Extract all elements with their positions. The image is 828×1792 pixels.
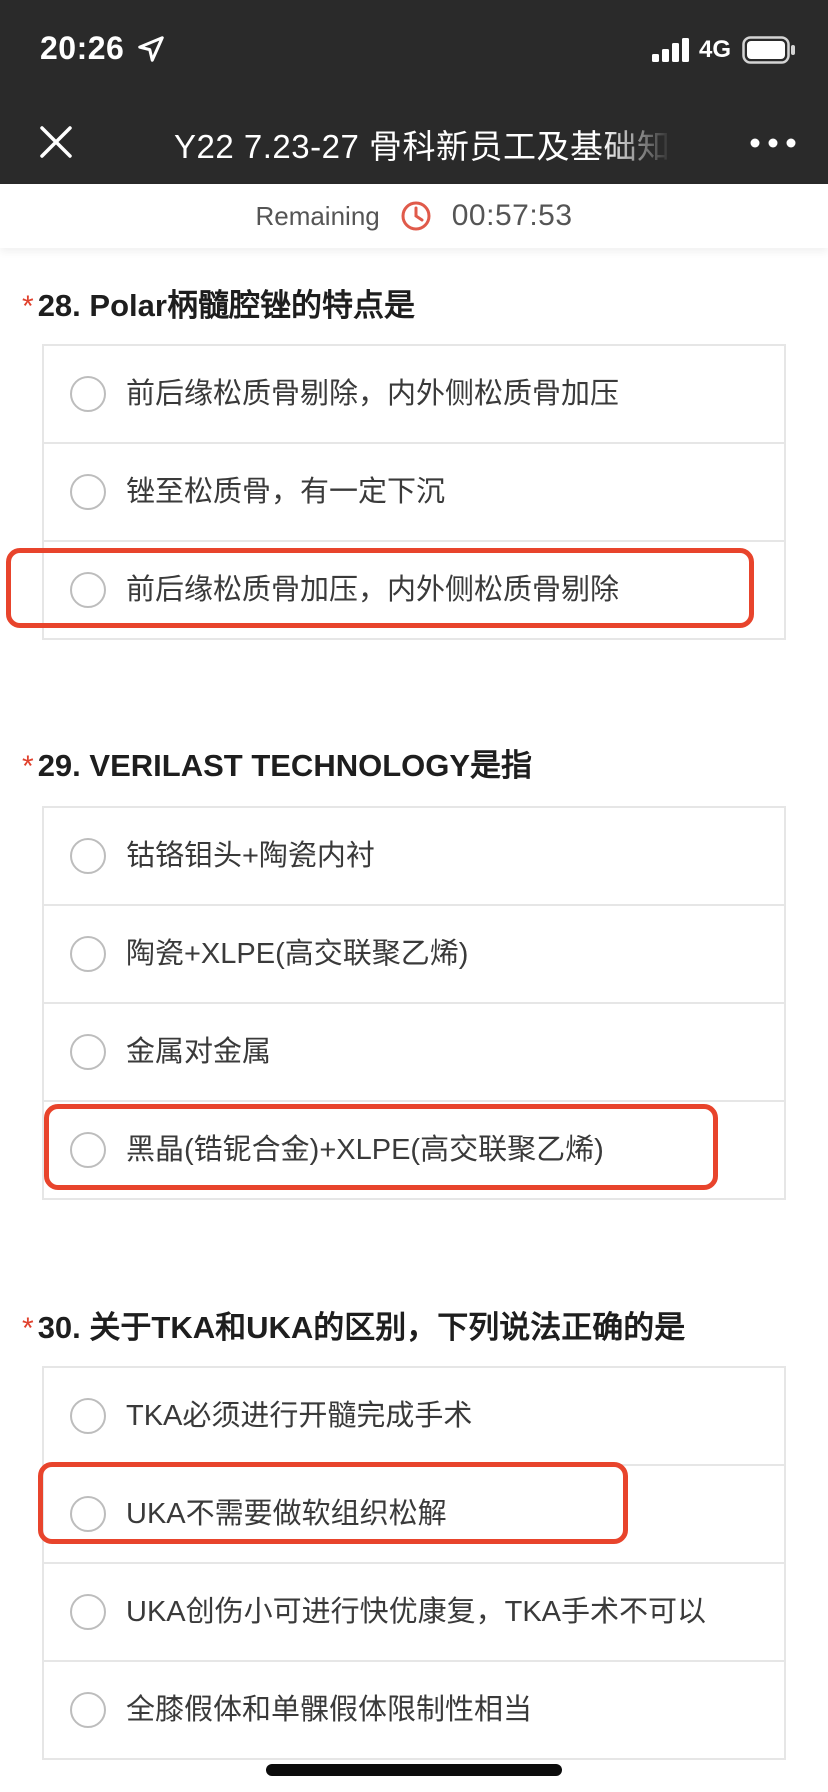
options-list: TKA必须进行开髓完成手术 UKA不需要做软组织松解 UKA创伤小可进行快优康复… (42, 1366, 786, 1760)
options-list: 钴铬钼头+陶瓷内衬 陶瓷+XLPE(高交联聚乙烯) 金属对金属 黑晶(锆铌合金)… (42, 806, 786, 1200)
option-label: 前后缘松质骨加压，内外侧松质骨剔除 (126, 574, 620, 606)
option-label: 钴铬钼头+陶瓷内衬 (126, 840, 375, 872)
question-number: 28. (37, 288, 81, 323)
question-title: * 29. VERILAST TECHNOLOGY是指 (22, 740, 532, 785)
close-icon[interactable] (34, 120, 78, 164)
radio-button[interactable] (70, 1692, 106, 1728)
option-label: TKA必须进行开髓完成手术 (126, 1400, 473, 1432)
q29-option-1[interactable]: 钴铬钼头+陶瓷内衬 (44, 808, 784, 904)
more-options-icon[interactable] (748, 128, 798, 158)
q28-option-2[interactable]: 锉至松质骨，有一定下沉 (44, 442, 784, 540)
question-number: 29. (37, 748, 81, 783)
option-label: 全膝假体和单髁假体限制性相当 (126, 1694, 533, 1726)
radio-button[interactable] (70, 1594, 106, 1630)
radio-button[interactable] (70, 936, 106, 972)
radio-button[interactable] (70, 1496, 106, 1532)
option-label: UKA不需要做软组织松解 (126, 1498, 447, 1530)
option-label: 黑晶(锆铌合金)+XLPE(高交联聚乙烯) (126, 1134, 604, 1166)
home-indicator (266, 1764, 562, 1776)
options-list: 前后缘松质骨剔除，内外侧松质骨加压 锉至松质骨，有一定下沉 前后缘松质骨加压，内… (42, 344, 786, 640)
cellular-signal-icon (652, 38, 689, 62)
question-text: Polar柄髓腔锉的特点是 (89, 288, 415, 323)
status-time: 20:26 (40, 30, 125, 66)
timer-label: Remaining (255, 200, 380, 231)
required-star: * (22, 290, 34, 323)
radio-button[interactable] (70, 474, 106, 510)
question-text: 关于TKA和UKA的区别，下列说法正确的是 (89, 1310, 686, 1345)
radio-button[interactable] (70, 838, 106, 874)
status-bar: 20:26 4G (0, 0, 828, 96)
q30-option-2[interactable]: UKA不需要做软组织松解 (44, 1464, 784, 1562)
q29-option-2[interactable]: 陶瓷+XLPE(高交联聚乙烯) (44, 904, 784, 1002)
required-star: * (22, 1312, 34, 1345)
option-label: 锉至松质骨，有一定下沉 (126, 476, 446, 508)
option-label: UKA创伤小可进行快优康复，TKA手术不可以 (126, 1596, 707, 1628)
radio-button[interactable] (70, 1398, 106, 1434)
network-type: 4G (699, 36, 732, 63)
option-label: 金属对金属 (126, 1036, 272, 1068)
question-text: VERILAST TECHNOLOGY是指 (89, 748, 533, 783)
question-number: 30. (37, 1310, 81, 1345)
q28-option-3[interactable]: 前后缘松质骨加压，内外侧松质骨剔除 (44, 540, 784, 638)
required-star: * (22, 750, 34, 783)
radio-button[interactable] (70, 572, 106, 608)
radio-button[interactable] (70, 1034, 106, 1070)
nav-bar: Y22 7.23-27 骨科新员工及基础知识考试 (0, 96, 828, 184)
q30-option-1[interactable]: TKA必须进行开髓完成手术 (44, 1368, 784, 1464)
question-title: * 30. 关于TKA和UKA的区别，下列说法正确的是 (22, 1302, 685, 1347)
radio-button[interactable] (70, 1132, 106, 1168)
q29-option-3[interactable]: 金属对金属 (44, 1002, 784, 1100)
radio-button[interactable] (70, 376, 106, 412)
q28-option-1[interactable]: 前后缘松质骨剔除，内外侧松质骨加压 (44, 346, 784, 442)
battery-icon (742, 36, 795, 64)
clock-icon (401, 201, 431, 231)
remaining-timer: Remaining 00:57:53 (0, 184, 828, 248)
page-title: Y22 7.23-27 骨科新员工及基础知识考试 (174, 128, 672, 164)
q30-option-3[interactable]: UKA创伤小可进行快优康复，TKA手术不可以 (44, 1562, 784, 1660)
q30-option-4[interactable]: 全膝假体和单髁假体限制性相当 (44, 1660, 784, 1758)
location-arrow-icon (138, 36, 164, 62)
question-title: * 28. Polar柄髓腔锉的特点是 (22, 280, 415, 325)
option-label: 前后缘松质骨剔除，内外侧松质骨加压 (126, 378, 620, 410)
timer-value: 00:57:53 (451, 199, 573, 232)
q29-option-4[interactable]: 黑晶(锆铌合金)+XLPE(高交联聚乙烯) (44, 1100, 784, 1198)
option-label: 陶瓷+XLPE(高交联聚乙烯) (126, 938, 469, 970)
